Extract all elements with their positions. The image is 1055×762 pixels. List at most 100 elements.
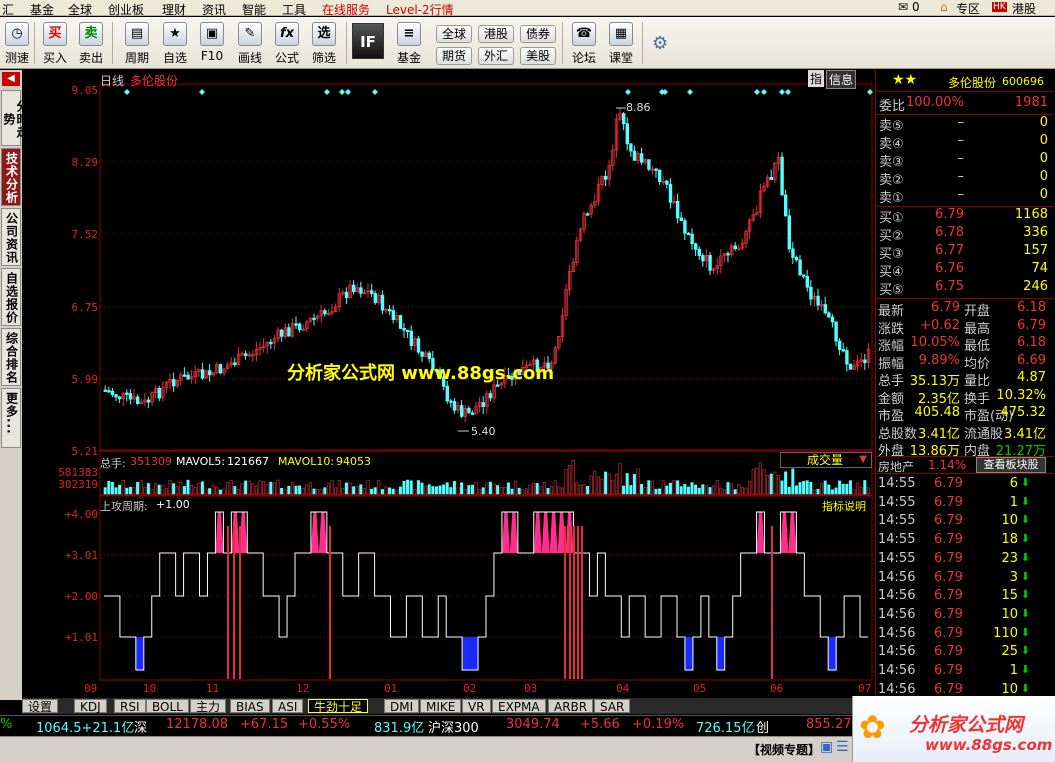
tab-arbr[interactable]: ARBR — [548, 699, 594, 714]
watchlist-button[interactable]: ★ 自选 — [158, 20, 192, 66]
tick-row[interactable]: 14:55 6.79 18 ⬇ — [876, 532, 1048, 550]
monitor-icon[interactable]: ▣ — [820, 739, 833, 755]
tick-row[interactable]: 14:56 6.79 3 ⬇ — [876, 570, 1048, 588]
tab-niujin[interactable]: 牛劲十足 — [308, 699, 369, 714]
tab-bias[interactable]: BIAS — [230, 699, 270, 714]
menu-item-level2[interactable]: Level-2行情 — [386, 1, 454, 18]
tab-intraday[interactable]: 分时走势 — [1, 90, 29, 146]
tick-row[interactable]: 14:55 6.79 10 ⬇ — [876, 513, 1048, 531]
menu-item-global[interactable]: 全球 — [68, 1, 92, 18]
candle-body — [665, 180, 669, 185]
bid-row[interactable]: 买③ 6.77 157 — [876, 243, 1048, 262]
ask-row[interactable]: 卖③ – 0 — [876, 151, 1048, 170]
indicator-help-link[interactable]: 指标说明 — [822, 498, 866, 514]
tab-asi[interactable]: ASI — [272, 699, 304, 714]
tab-more[interactable]: 更多... — [1, 388, 21, 448]
tick-time: 14:56 — [878, 588, 916, 604]
tab-watch-quote[interactable]: 自选报价 — [1, 268, 21, 326]
candle-body — [629, 143, 633, 152]
tab-dmi[interactable]: DMI — [384, 699, 420, 714]
tab-settings[interactable]: 设置 — [22, 699, 59, 714]
video-link[interactable]: 【视频专题】 — [748, 741, 820, 758]
collapse-arrow-icon[interactable]: ◀ — [2, 72, 20, 86]
menu-item-smart[interactable]: 智能 — [242, 1, 266, 18]
tick-price: 6.79 — [934, 606, 963, 622]
market-us[interactable]: 美股 — [520, 47, 556, 65]
sell-button[interactable]: 卖卖出 — [74, 20, 108, 66]
mail-icon[interactable]: ✉ — [898, 0, 908, 14]
menu-item-online-service[interactable]: 在线服务 — [322, 1, 370, 18]
index-futures-button[interactable]: IF — [352, 23, 384, 59]
volume-bar — [236, 489, 240, 495]
menu-item-hui[interactable]: 汇 — [2, 1, 14, 18]
bid-label: 买③ — [879, 247, 904, 262]
tick-row[interactable]: 14:56 6.79 10 ⬇ — [876, 607, 1048, 625]
volume-bar — [845, 483, 849, 495]
market-hk[interactable]: 港股 — [478, 25, 514, 43]
ask-row[interactable]: 卖④ – 0 — [876, 133, 1048, 152]
indicator-toggle-button[interactable]: 指 — [808, 70, 825, 87]
menu-item-finance[interactable]: 理财 — [162, 1, 186, 18]
classroom-button[interactable]: ▦ 课堂 — [604, 20, 638, 66]
ask-row[interactable]: 卖① – 0 — [876, 187, 1048, 206]
market-bond[interactable]: 债券 — [520, 25, 556, 43]
buy-button[interactable]: 买买入 — [38, 20, 72, 66]
fund-button[interactable]: ≡ 基金 — [390, 20, 428, 66]
f10-button[interactable]: ▣ F10 — [195, 20, 229, 66]
tick-row[interactable]: 14:56 6.79 1 ⬇ — [876, 663, 1048, 681]
zone-link[interactable]: 专区 — [956, 0, 980, 17]
market-global[interactable]: 全球 — [436, 25, 472, 43]
hk-link[interactable]: 港股 — [1012, 0, 1036, 17]
tab-company-news[interactable]: 公司资讯 — [1, 208, 21, 266]
bid-row[interactable]: 买② 6.78 336 — [876, 225, 1048, 244]
market-forex[interactable]: 外汇 — [478, 47, 514, 65]
market-futures[interactable]: 期货 — [436, 47, 472, 65]
list-icon[interactable]: ☰ — [836, 739, 849, 755]
menu-item-fund[interactable]: 基金 — [30, 1, 54, 18]
screen-button[interactable]: 选筛选 — [307, 20, 341, 66]
volume-bar — [298, 485, 302, 495]
tick-row[interactable]: 14:55 6.79 23 ⬇ — [876, 551, 1048, 569]
bid-row[interactable]: 买⑤ 6.75 246 — [876, 279, 1048, 298]
forum-button[interactable]: ☎ 论坛 — [567, 20, 601, 66]
ask-row[interactable]: 卖⑤ – 0 — [876, 115, 1048, 134]
home-icon[interactable]: ⌂ — [940, 0, 948, 14]
view-sector-button[interactable]: 查看板块股 — [976, 457, 1046, 473]
tab-technical[interactable]: 技术分析 — [1, 148, 21, 206]
speed-test-button[interactable]: ◷ 测速 — [0, 20, 34, 66]
tab-boll[interactable]: BOLL — [146, 699, 189, 714]
tick-row[interactable]: 14:55 6.79 6 ⬇ — [876, 476, 1048, 494]
bid-row[interactable]: 买④ 6.76 74 — [876, 261, 1048, 280]
settings-gear-icon[interactable]: ⚙ — [652, 33, 668, 54]
menu-item-tools[interactable]: 工具 — [282, 1, 306, 18]
tab-mike[interactable]: MIKE — [420, 699, 462, 714]
watchlist-icon: ★ — [163, 22, 187, 46]
stat-value: 4.87 — [1017, 370, 1046, 385]
volume-bar — [827, 484, 831, 495]
tab-ranking[interactable]: 综合排名 — [1, 328, 21, 386]
formula-button[interactable]: fx 公式 — [270, 20, 304, 66]
tab-rsi[interactable]: RSI — [114, 699, 146, 714]
tick-volume: 3 — [1009, 569, 1018, 585]
tick-row[interactable]: 14:55 6.79 1 ⬇ — [876, 495, 1048, 513]
period-button[interactable]: ▤ 周期 — [118, 20, 156, 66]
info-button[interactable]: 信息 — [826, 70, 857, 89]
menu-item-news[interactable]: 资讯 — [202, 1, 226, 18]
volume-indicator-select[interactable]: 成交量 ▼ — [780, 452, 872, 468]
tick-row[interactable]: 14:56 6.79 110 ⬇ — [876, 626, 1048, 644]
tick-row[interactable]: 14:56 6.79 25 ⬇ — [876, 644, 1048, 662]
chart-area[interactable]: 日线 多伦股份 指 信息 9.05 8.29 7.52 6.75 5.99 5.… — [22, 70, 874, 698]
tab-kdj[interactable]: KDJ — [74, 699, 107, 714]
tab-expma[interactable]: EXPMA — [492, 699, 546, 714]
volume-bar — [431, 486, 435, 495]
bid-row[interactable]: 买① 6.79 1168 — [876, 207, 1048, 226]
tab-sar[interactable]: SAR — [594, 699, 631, 714]
ask-row[interactable]: 卖② – 0 — [876, 169, 1048, 188]
tab-main-force[interactable]: 主力 — [190, 699, 227, 714]
stat-label: 最新 — [878, 304, 905, 319]
tab-vr[interactable]: VR — [462, 699, 491, 714]
tick-row[interactable]: 14:56 6.79 15 ⬇ — [876, 588, 1048, 606]
tick-time: 14:56 — [878, 644, 916, 660]
draw-line-button[interactable]: ✎ 画线 — [233, 20, 267, 66]
menu-item-chinext[interactable]: 创业板 — [108, 1, 144, 18]
